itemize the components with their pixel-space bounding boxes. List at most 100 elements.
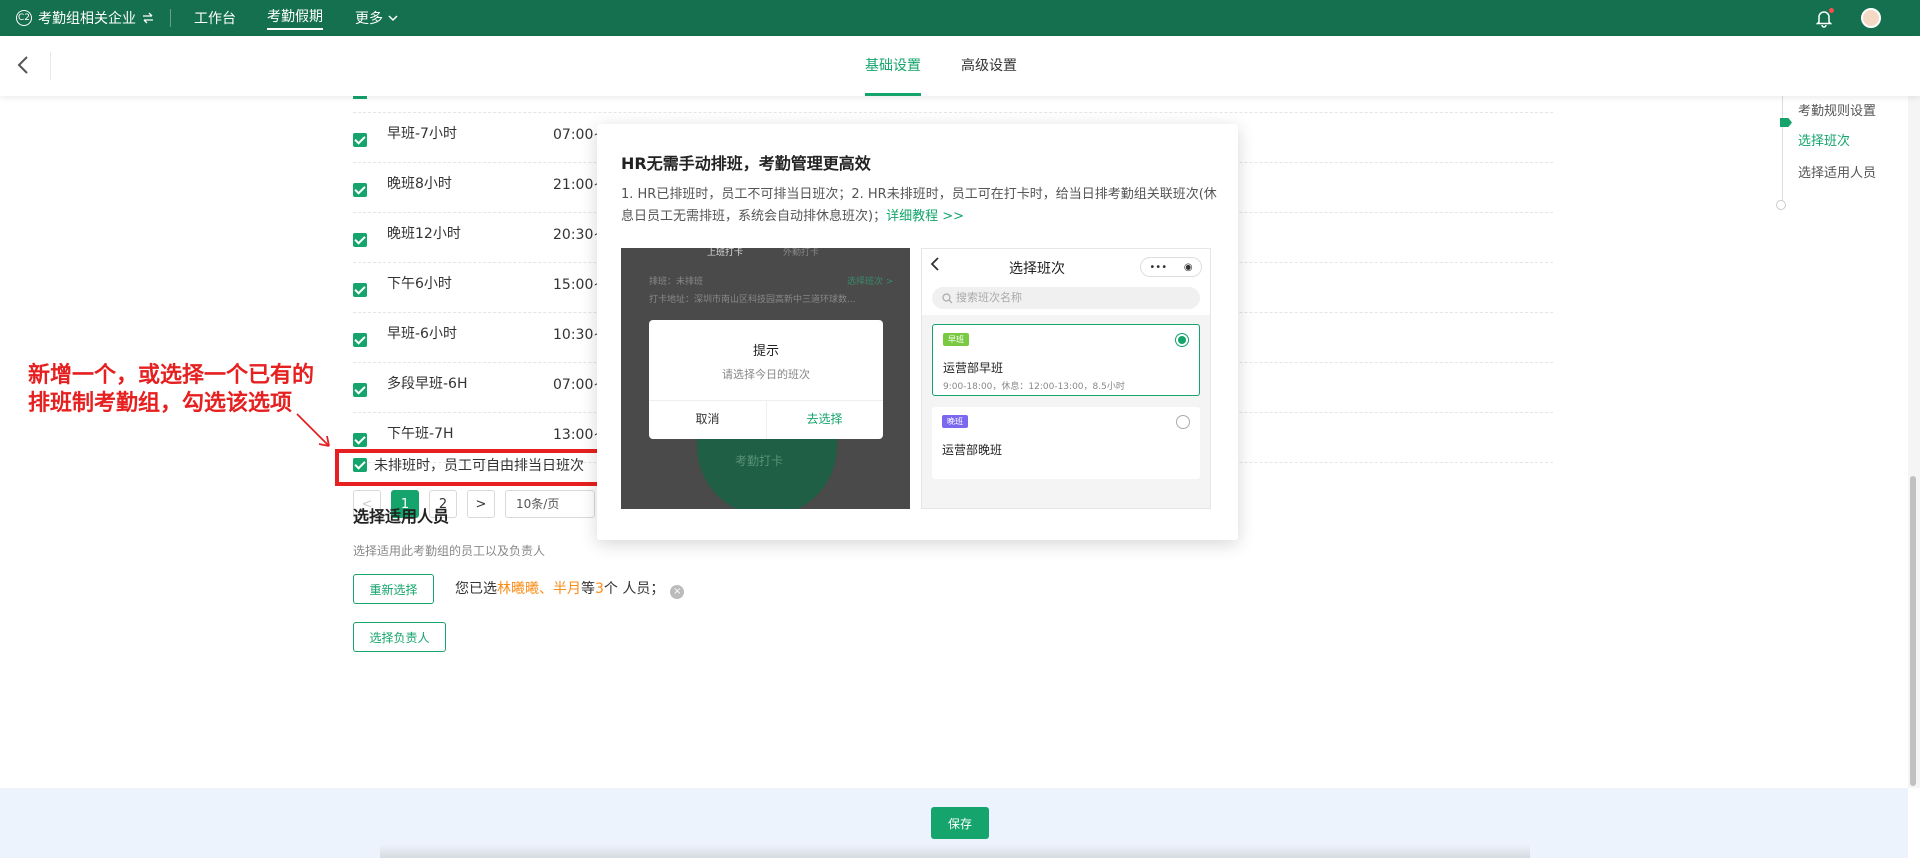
shift-card: 晚班 运营部晚班 xyxy=(932,407,1200,479)
step-end-dot xyxy=(1776,200,1786,210)
tutorial-link[interactable]: 详细教程 >> xyxy=(886,209,964,224)
annotation-line-2: 排班制考勤组，勾选该选项 xyxy=(28,391,293,416)
shift-checkbox[interactable] xyxy=(353,333,367,347)
dialog-desc: 请选择今日的班次 xyxy=(722,368,810,381)
shot-tab-b: 外勤打卡 xyxy=(783,248,820,258)
selected-people-summary: 您已选林曦曦、半月等3个 人员； × xyxy=(455,578,685,599)
footer-shadow xyxy=(380,844,1530,858)
nav-attendance-label: 考勤假期 xyxy=(267,6,323,30)
divider xyxy=(50,52,51,80)
shift-checkbox[interactable] xyxy=(353,183,367,197)
shift-card-name: 运营部早班 xyxy=(943,361,1004,375)
brand-switcher[interactable]: C2 考勤组相关企业 xyxy=(16,0,154,36)
shift-checkbox[interactable] xyxy=(353,133,367,147)
switch-icon xyxy=(143,12,153,24)
dialog-confirm: 去选择 xyxy=(806,412,843,426)
shift-tag: 晚班 xyxy=(942,415,968,428)
clock-in-button-label: 考勤打卡 xyxy=(735,454,784,468)
chevron-down-icon xyxy=(388,15,398,22)
selected-mid: 等 xyxy=(581,581,595,597)
shift-name: 晚班8小时 xyxy=(387,176,452,192)
shift-card: 早班 运营部早班 9:00-18:00，休息：12:00-13:00，8.5小时 xyxy=(932,324,1200,396)
shift-card-detail: 9:00-18:00，休息：12:00-13:00，8.5小时 xyxy=(943,382,1125,392)
footer-bar: 保存 xyxy=(0,788,1908,858)
shift-name: 多段早班-6H xyxy=(387,376,468,392)
shift-checkbox[interactable] xyxy=(353,433,367,447)
shift-radio xyxy=(1176,415,1190,429)
more-dots-icon: ••• xyxy=(1149,261,1168,273)
shot-line-2: 打卡地址：深圳市南山区科技园高新中三道环球数... xyxy=(649,295,856,305)
dialog-cancel: 取消 xyxy=(695,412,720,426)
notification-dot xyxy=(1828,7,1835,14)
company-name: 考勤组相关企业 xyxy=(38,11,136,27)
nav-more[interactable]: 更多 xyxy=(355,0,399,36)
free-schedule-checkbox[interactable] xyxy=(353,458,367,472)
nav-more-label: 更多 xyxy=(355,11,383,27)
save-button[interactable]: 保存 xyxy=(931,807,989,839)
step-select-shift[interactable]: 选择班次 xyxy=(1798,130,1850,149)
reselect-button[interactable]: 重新选择 xyxy=(353,574,434,604)
shift-name: 下午6小时 xyxy=(387,276,452,292)
step-line xyxy=(1782,96,1783,206)
shot-line-1: 排班：未排班 xyxy=(649,277,704,287)
popover-desc: 1. HR已排班时，员工不可排当日班次；2. HR未排班时，员工可在打卡时，给当… xyxy=(621,184,1221,228)
people-section-desc: 选择适用此考勤组的员工以及负责人 xyxy=(353,544,546,558)
back-button[interactable] xyxy=(16,54,38,78)
shift-card-name: 运营部晚班 xyxy=(942,443,1003,457)
divider xyxy=(170,9,171,27)
top-navigation-bar: C2 考勤组相关企业 工作台 考勤假期 更多 xyxy=(0,0,1920,36)
partial-checkbox xyxy=(353,96,367,99)
miniapp-capsule: ••• ◉ xyxy=(1140,257,1202,277)
clock-in-screenshot: 上班打卡 外勤打卡 排班：未排班 选择班次 > 打卡地址：深圳市南山区科技园高新… xyxy=(621,248,910,509)
notification-button[interactable] xyxy=(1814,7,1835,28)
company-logo-icon: C2 xyxy=(16,10,32,26)
shot-tab-a: 上班打卡 xyxy=(707,248,744,258)
nav-attendance[interactable]: 考勤假期 xyxy=(267,0,323,36)
selected-names: 林曦曦、半月 xyxy=(497,581,581,597)
annotation-line-1: 新增一个，或选择一个已有的 xyxy=(28,363,315,388)
popover-title: HR无需手动排班，考勤管理更高效 xyxy=(621,154,871,173)
tab-advanced-settings[interactable]: 高级设置 xyxy=(961,36,1017,96)
target-icon: ◉ xyxy=(1183,261,1193,273)
selected-suffix: 个 人员； xyxy=(603,581,665,597)
chevron-left-icon xyxy=(17,56,28,74)
scrollbar-thumb[interactable] xyxy=(1910,476,1916,786)
user-avatar[interactable] xyxy=(1861,8,1881,28)
shot-search-input: 搜索班次名称 xyxy=(932,287,1200,309)
page-size-select[interactable]: 10条/页 xyxy=(505,490,595,518)
clear-selection-icon[interactable]: × xyxy=(670,585,685,599)
page-header: 基础设置 高级设置 xyxy=(0,36,1920,96)
search-icon xyxy=(942,293,953,304)
shift-name: 晚班12小时 xyxy=(387,226,461,242)
step-select-people[interactable]: 选择适用人员 xyxy=(1798,162,1876,181)
annotation-arrow-icon xyxy=(296,413,330,447)
prompt-dialog: 提示 请选择今日的班次 取消 去选择 xyxy=(649,320,883,439)
scrollbar[interactable] xyxy=(1908,96,1920,788)
shift-checkbox[interactable] xyxy=(353,383,367,397)
choose-owner-button[interactable]: 选择负责人 xyxy=(353,622,446,652)
selected-count: 3 xyxy=(595,581,604,597)
shot-header: 选择班次 ••• ◉ xyxy=(922,249,1210,285)
free-schedule-label: 未排班时，员工可自由排当日班次 xyxy=(374,458,584,474)
select-shift-screenshot: 选择班次 ••• ◉ 搜索班次名称 早班 运营部早班 9:00-18:00，休息… xyxy=(921,248,1211,509)
shift-name: 下午班-7H xyxy=(387,426,454,442)
feature-tip-popover: HR无需手动排班，考勤管理更高效 1. HR已排班时，员工不可排当日班次；2. … xyxy=(597,124,1238,540)
shot-search-bar: 搜索班次名称 xyxy=(922,285,1210,315)
shot-title: 选择班次 xyxy=(1009,261,1065,277)
shift-name: 早班-7小时 xyxy=(387,126,457,142)
tab-basic-settings[interactable]: 基础设置 xyxy=(865,36,921,96)
shift-checkbox[interactable] xyxy=(353,283,367,297)
next-page-button[interactable]: > xyxy=(467,490,495,518)
shot-line-1-link: 选择班次 > xyxy=(847,277,894,287)
nav-workbench-label: 工作台 xyxy=(194,11,236,27)
step-rule-settings[interactable]: 考勤规则设置 xyxy=(1798,100,1876,119)
shift-tag: 早班 xyxy=(943,333,969,346)
annotation-text: 新增一个，或选择一个已有的 排班制考勤组，勾选该选项 xyxy=(28,362,314,418)
shift-name: 早班-6小时 xyxy=(387,326,457,342)
selected-prefix: 您已选 xyxy=(455,581,497,597)
nav-workbench[interactable]: 工作台 xyxy=(194,0,236,36)
dialog-title: 提示 xyxy=(752,344,779,359)
people-section-title: 选择适用人员 xyxy=(353,507,450,526)
shift-radio xyxy=(1175,333,1189,347)
shift-checkbox[interactable] xyxy=(353,233,367,247)
